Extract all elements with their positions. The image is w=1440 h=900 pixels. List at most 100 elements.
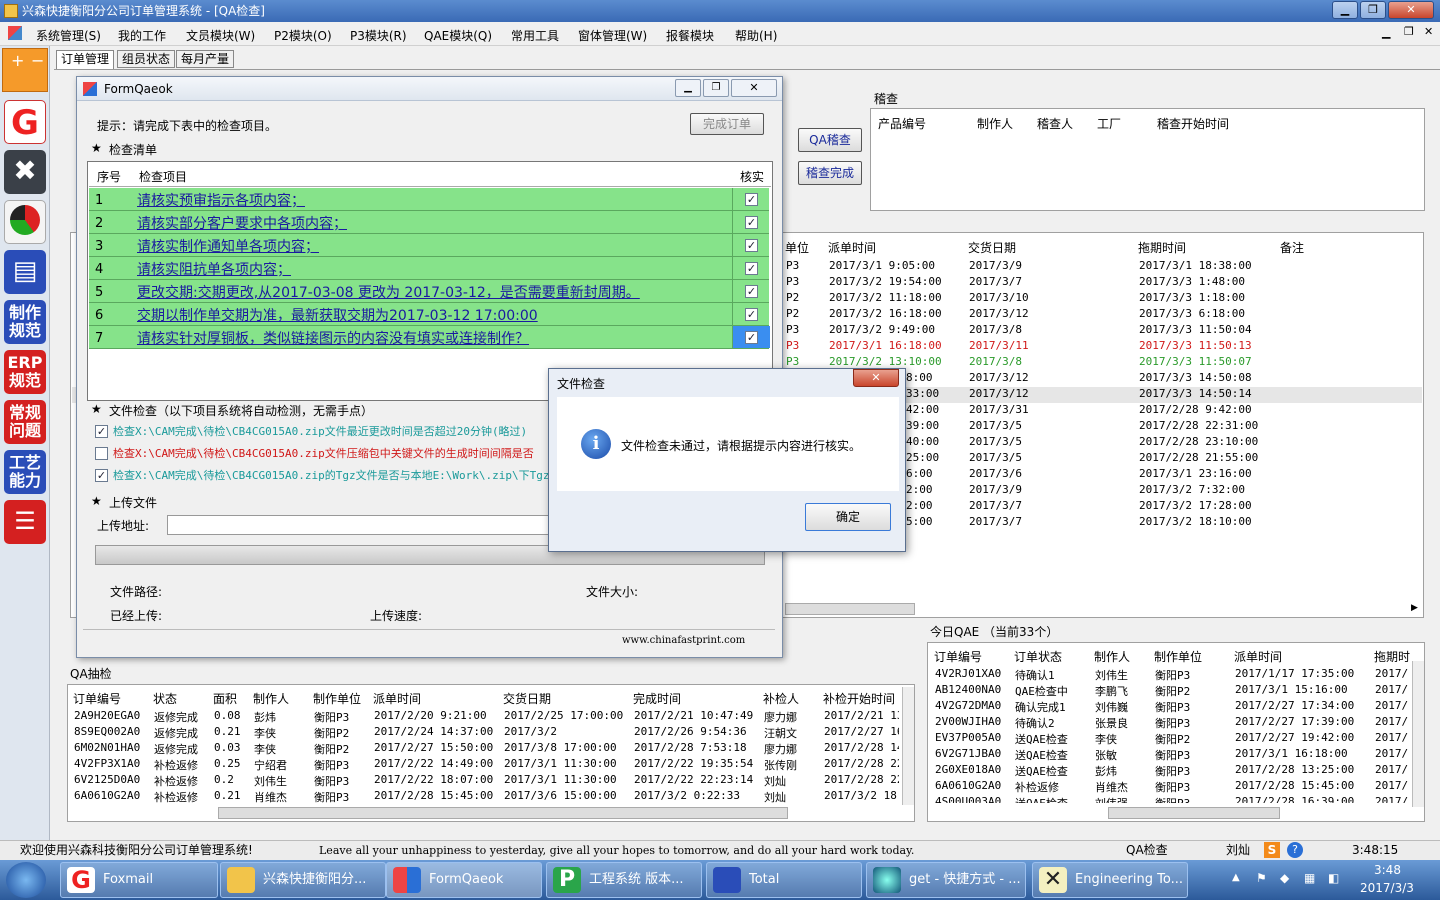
tab-order-management[interactable]: 订单管理 [56, 50, 115, 70]
today-col-1[interactable]: 订单状态 [1014, 648, 1062, 665]
order-grid-hscrollbar[interactable] [785, 603, 915, 615]
tray-network-icon[interactable]: ▦ [1304, 871, 1315, 885]
chart-pie-icon[interactable] [4, 200, 46, 244]
common-issues-button[interactable]: 常规 问题 [4, 400, 46, 444]
help-icon[interactable]: ? [1287, 842, 1303, 858]
form-maximize-button[interactable]: ❐ [703, 79, 729, 97]
tab-member-status[interactable]: 组员状态 [117, 50, 176, 68]
today-row[interactable]: 4S00U003A0 送QAE检查 刘伟强 衡阳P3 2017/2/28 16:39:0… [929, 795, 1411, 803]
inspect-col-start-time[interactable]: 稽查开始时间 [1157, 115, 1229, 132]
col-no[interactable]: 序号 [97, 168, 121, 185]
qa-col-5[interactable]: 派单时间 [373, 690, 421, 707]
qa-col-6[interactable]: 交货日期 [503, 690, 551, 707]
file-check-checkbox[interactable]: ✓ [95, 425, 108, 438]
task-order-system[interactable]: 兴森快捷衡阳分... [220, 862, 386, 898]
col-delivery[interactable]: 交货日期 [968, 239, 1016, 256]
minimize-button[interactable]: ▁ [1332, 1, 1358, 19]
file-check-checkbox[interactable] [95, 447, 108, 460]
inspect-col-factory[interactable]: 工厂 [1097, 115, 1121, 132]
verify-checkbox[interactable]: ✓ [745, 285, 758, 298]
col-item[interactable]: 检查项目 [139, 168, 187, 185]
form-close-button[interactable]: ✕ [731, 79, 777, 97]
dialog-ok-button[interactable]: 确定 [805, 503, 891, 531]
qa-row[interactable]: 6V2125D0A0 补检返修 0.2 刘伟生 衡阳P3 2017/2/22 18:07:… [69, 773, 899, 789]
menu-p3[interactable]: P3模块(R) [350, 27, 407, 44]
save-disk-icon[interactable]: ▤ [4, 250, 46, 294]
qa-vscrollbar[interactable] [902, 687, 914, 805]
menu-help[interactable]: 帮助(H) [735, 27, 777, 44]
qa-row[interactable]: 2A9H20EGA0 返修完成 0.08 彭炜 衡阳P3 2017/2/20 9:21:0… [69, 709, 899, 725]
today-row[interactable]: 6A0610G2A0 补检返修 肖维杰 衡阳P3 2017/2/28 15:45:00 2… [929, 779, 1411, 795]
task-foxmail[interactable]: G Foxmail [60, 862, 218, 898]
today-row[interactable]: EV37P005A0 送QAE检查 李侠 衡阳P2 2017/2/27 19:42:00… [929, 731, 1411, 747]
verify-checkbox[interactable]: ✓ [745, 239, 758, 252]
qa-col-2[interactable]: 面积 [213, 690, 237, 707]
layout-toggle-icon[interactable]: + − [2, 48, 48, 92]
mdi-restore-icon[interactable]: ❐ [1404, 25, 1414, 38]
menu-windows[interactable]: 窗体管理(W) [578, 27, 647, 44]
task-get-shortcut[interactable]: get - 快捷方式 - ... [866, 862, 1026, 898]
task-total-commander[interactable]: Total Command... [706, 862, 862, 898]
today-col-2[interactable]: 制作人 [1094, 648, 1130, 665]
menu-qae[interactable]: QAE模块(Q) [424, 27, 492, 44]
menu-app-icon[interactable] [8, 26, 22, 40]
today-row[interactable]: 4V2RJ01XA0 待确认1 刘伟生 衡阳P3 2017/1/17 17:35:00 2… [929, 667, 1411, 683]
menu-tools[interactable]: 常用工具 [511, 27, 559, 44]
tray-volume-icon[interactable]: ◧ [1328, 871, 1339, 885]
tools-icon[interactable]: ✖ [4, 150, 46, 194]
file-check-checkbox[interactable]: ✓ [95, 469, 108, 482]
checklist-item-link[interactable]: 请核实预审指示各项内容； [137, 190, 305, 210]
erp-spec-button[interactable]: ERP 规范 [4, 350, 46, 394]
qa-col-7[interactable]: 完成时间 [633, 690, 681, 707]
qa-col-8[interactable]: 补检人 [763, 690, 799, 707]
inspect-col-maker[interactable]: 制作人 [977, 115, 1013, 132]
complete-order-button[interactable]: 完成订单 [690, 113, 764, 135]
inspect-col-product[interactable]: 产品编号 [878, 115, 926, 132]
mdi-minimize-icon[interactable]: ▁ [1382, 26, 1390, 39]
checklist-row[interactable]: 3 请核实制作通知单各项内容； ✓ [89, 234, 769, 257]
inspect-done-button[interactable]: 稽查完成 [798, 161, 862, 185]
today-col-5[interactable]: 拖期时 [1374, 648, 1410, 665]
qa-col-3[interactable]: 制作人 [253, 690, 289, 707]
today-hscrollbar[interactable] [1108, 807, 1280, 819]
col-verify[interactable]: 核实 [740, 168, 764, 185]
qa-row[interactable]: 6A0610G2A0 补检返修 0.21 肖维杰 衡阳P3 2017/2/28 15:45… [69, 789, 899, 805]
inspect-grid[interactable]: 产品编号 制作人 稽查人 工厂 稽查开始时间 [870, 108, 1425, 211]
qa-row[interactable]: 6M02N01HA0 返修完成 0.03 李侠 衡阳P2 2017/2/27 15:50:… [69, 741, 899, 757]
scroll-right-icon[interactable]: ▶ [1411, 603, 1418, 613]
qa-sampling-grid[interactable]: 订单编号 状态 面积 制作人 制作单位 派单时间 交货日期 完成时间 补检人 补检开始时间 2A9… [67, 684, 915, 822]
menu-clerk[interactable]: 文员模块(W) [186, 27, 255, 44]
checklist-row[interactable]: 4 请核实阻抗单各项内容； ✓ [89, 257, 769, 280]
task-engineering-tools[interactable]: ✕ Engineering To... [1032, 862, 1188, 898]
qa-hscrollbar[interactable] [218, 807, 788, 819]
menu-p2[interactable]: P2模块(O) [274, 27, 332, 44]
production-spec-button[interactable]: 制作 规范 [4, 300, 46, 344]
today-row[interactable]: 4V2G72DMA0 确认完成1 刘伟巍 衡阳P3 2017/2/27 17:34:00… [929, 699, 1411, 715]
menu-meal[interactable]: 报餐模块 [666, 27, 714, 44]
qa-inspect-button[interactable]: QA稽查 [798, 128, 862, 152]
checklist-row[interactable]: 2 请核实部分客户要求中各项内容； ✓ [89, 211, 769, 234]
inspect-col-inspector[interactable]: 稽查人 [1037, 115, 1073, 132]
col-remark[interactable]: 备注 [1280, 239, 1304, 256]
verify-checkbox[interactable]: ✓ [745, 216, 758, 229]
maximize-button[interactable]: ❐ [1360, 1, 1386, 19]
clock-time[interactable]: 3:48 [1374, 863, 1401, 877]
checklist-row[interactable]: 5 更改交期:交期更改,从2017-03-08 更改为 2017-03-12，是否… [89, 280, 769, 303]
task-formqaeok[interactable]: FormQaeok [386, 862, 542, 898]
checklist-row[interactable]: 6 交期以制作单交期为准，最新获取交期为2017-03-12 17:00:00 ✓ [89, 303, 769, 326]
checklist-row[interactable]: 1 请核实预审指示各项内容； ✓ [89, 188, 769, 211]
col-dispatch[interactable]: 派单时间 [828, 239, 876, 256]
col-delay[interactable]: 拖期时间 [1138, 239, 1186, 256]
checklist-item-link[interactable]: 请核实阻抗单各项内容； [137, 259, 291, 279]
today-vscrollbar[interactable] [1412, 661, 1424, 807]
col-unit[interactable]: 单位 [785, 239, 809, 256]
tab-monthly-output[interactable]: 每月产量 [176, 50, 235, 68]
verify-checkbox[interactable]: ✓ [745, 193, 758, 206]
checklist-row[interactable]: 7 请核实针对厚铜板，类似链接图示的内容没有填实或连接制作？ ✓ [89, 326, 770, 349]
start-button[interactable] [6, 862, 46, 898]
menu-my-work[interactable]: 我的工作 [118, 27, 166, 44]
tray-expand-icon[interactable]: ▲ [1232, 872, 1240, 883]
qa-row[interactable]: 8S9EQ002A0 返修完成 0.21 李侠 衡阳P2 2017/2/24 14:37:… [69, 725, 899, 741]
today-col-3[interactable]: 制作单位 [1154, 648, 1202, 665]
qa-col-4[interactable]: 制作单位 [313, 690, 361, 707]
